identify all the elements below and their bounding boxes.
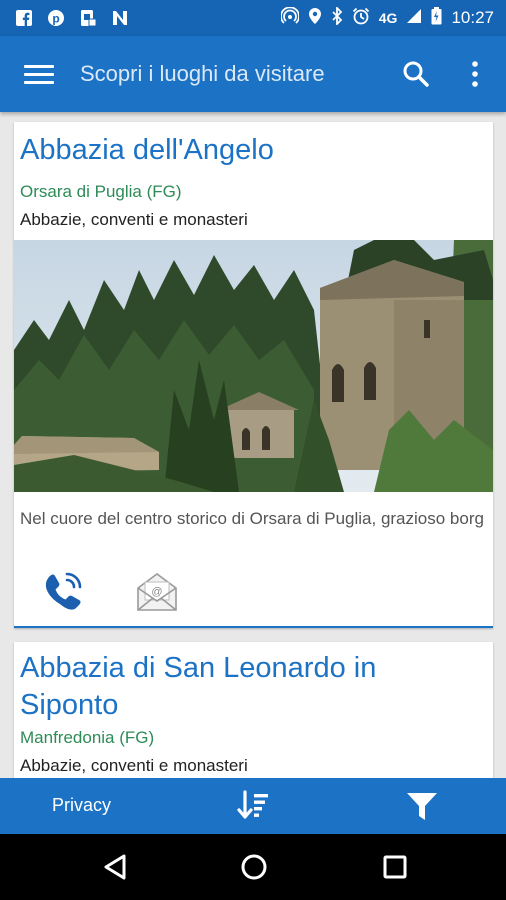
place-category: Abbazie, conventi e monasteri — [20, 756, 248, 775]
place-location: Orsara di Puglia (FG) — [20, 182, 182, 201]
place-card[interactable]: Abbazia di San Leonardo in Siponto Manfr… — [14, 642, 493, 778]
network-label: 4G — [378, 10, 398, 26]
place-card[interactable]: Abbazia dell'Angelo Orsara di Puglia (FG… — [14, 122, 493, 628]
place-category: Abbazie, conventi e monasteri — [20, 210, 248, 229]
clock: 10:27 — [451, 8, 494, 27]
abbey-photo — [14, 240, 493, 492]
phone-icon — [45, 572, 82, 610]
more-vert-icon — [472, 61, 478, 87]
recents-button[interactable] — [380, 852, 410, 882]
place-title[interactable]: Abbazia di San Leonardo in Siponto — [20, 650, 480, 724]
place-description: Nel cuore del centro storico di Orsara d… — [20, 509, 484, 528]
sim-icon — [78, 8, 98, 28]
place-title[interactable]: Abbazia dell'Angelo — [20, 132, 274, 169]
sort-icon — [237, 790, 268, 819]
recents-icon — [383, 855, 407, 879]
facebook-icon — [14, 8, 34, 28]
svg-text:@: @ — [151, 586, 162, 598]
n-app-icon — [110, 8, 130, 28]
app-bar: Scopri i luoghi da visitare — [0, 36, 506, 112]
search-button[interactable] — [400, 58, 432, 90]
bluetooth-icon — [331, 5, 343, 29]
call-button[interactable] — [40, 568, 86, 614]
back-icon — [104, 854, 126, 880]
place-location: Manfredonia (FG) — [20, 728, 155, 747]
filter-icon — [407, 793, 437, 820]
bottom-action-bar: Privacy — [0, 778, 506, 834]
back-button[interactable] — [100, 852, 130, 882]
filter-button[interactable] — [404, 788, 440, 824]
email-icon: @ — [137, 573, 177, 611]
hamburger-icon — [24, 65, 54, 68]
status-bar: p 4G 10:27 — [0, 0, 506, 36]
place-photo[interactable] — [14, 240, 493, 492]
hotspot-icon — [279, 6, 300, 29]
notification-icons: p — [14, 8, 130, 28]
page-title: Scopri i luoghi da visitare — [80, 61, 325, 86]
privacy-button[interactable]: Privacy — [52, 795, 111, 816]
location-icon — [308, 7, 322, 29]
home-button[interactable] — [239, 852, 269, 882]
system-navigation-bar — [0, 834, 506, 900]
svg-text:p: p — [52, 12, 59, 26]
signal-icon — [406, 8, 422, 28]
battery-icon — [431, 7, 442, 29]
places-list[interactable]: Abbazia dell'Angelo Orsara di Puglia (FG… — [0, 112, 506, 778]
alarm-icon — [352, 7, 370, 29]
system-icons: 4G 10:27 — [279, 5, 494, 29]
menu-button[interactable] — [24, 60, 54, 88]
sort-button[interactable] — [236, 788, 272, 824]
home-icon — [241, 854, 267, 880]
overflow-menu-button[interactable] — [466, 58, 484, 90]
email-button[interactable]: @ — [134, 570, 180, 616]
search-icon — [403, 61, 429, 87]
pinterest-icon: p — [46, 8, 66, 28]
